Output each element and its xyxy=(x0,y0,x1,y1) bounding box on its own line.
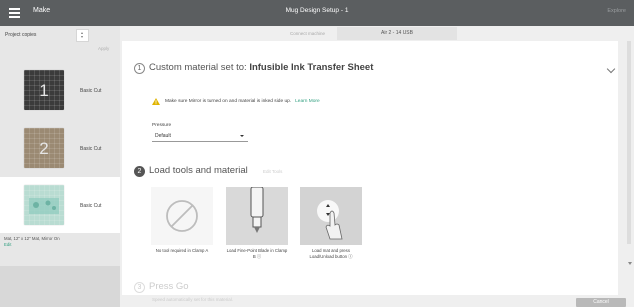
main-area: Connect machine Air 2 - 14 USB 1 Custom … xyxy=(120,26,634,307)
apply-button[interactable]: Apply xyxy=(98,46,109,51)
scrollbar[interactable] xyxy=(627,41,631,244)
pressure-value: Default xyxy=(155,133,171,139)
pressure-select[interactable]: Default xyxy=(152,131,248,142)
material-name: Infusible Ink Transfer Sheet xyxy=(249,62,374,73)
mat-cut-label: Basic Cut xyxy=(80,203,102,209)
tool-caption: Load mat and press Load/Unload button ⓘ xyxy=(309,248,353,259)
scroll-down-icon[interactable] xyxy=(628,262,632,265)
mat-thumbnail[interactable]: 2 xyxy=(24,128,64,168)
mat-item-1[interactable]: 1 Basic Cut xyxy=(0,62,120,118)
mat-thumbnail[interactable]: 1 xyxy=(24,70,64,110)
tool-caption: No tool required in Clamp A xyxy=(155,248,209,253)
top-bar: Make Mug Design Setup - 1 Explore xyxy=(0,0,634,26)
no-tool-icon xyxy=(151,187,213,245)
step-1-prefix: Custom material set to: xyxy=(149,62,247,73)
tool-caption: Load Fine-Point Blade in Clamp B ⓘ xyxy=(226,248,288,259)
mat-sidebar: Project copies ▴ ▾ Apply 1 Basic Cut 2 Ba… xyxy=(0,26,120,307)
tool-card-clamp-a: No tool required in Clamp A xyxy=(151,187,213,271)
tool-card-load-mat: Load mat and press Load/Unload button ⓘ xyxy=(300,187,362,271)
mat-info-text: Mat, 12" x 12" Mat, Mirror On xyxy=(4,236,60,241)
learn-more-link[interactable]: Learn More xyxy=(295,99,320,104)
mat-item-2[interactable]: 2 Basic Cut xyxy=(0,120,120,176)
caret-down-icon xyxy=(240,135,244,137)
machine-row: Connect machine Air 2 - 14 USB xyxy=(120,26,634,41)
pressure-label: Pressure xyxy=(152,123,172,128)
machine-select[interactable]: Air 2 - 14 USB xyxy=(337,27,457,40)
window-title: Mug Design Setup - 1 xyxy=(285,7,349,14)
mirror-warning: Make sure Mirror is turned on and materi… xyxy=(165,99,320,104)
step-3-subtitle: Speed automatically set for this materia… xyxy=(152,297,234,302)
mat-cut-label: Basic Cut xyxy=(80,88,102,94)
step-3-badge: 3 xyxy=(134,282,145,293)
project-copies-label: Project copies xyxy=(5,32,37,38)
step-3-title: Press Go xyxy=(149,281,189,292)
mat-item-3[interactable]: Basic Cut xyxy=(0,177,120,233)
mat-number: 2 xyxy=(39,139,49,158)
mug-design-preview xyxy=(29,198,59,214)
step-2-badge: 2 xyxy=(134,166,145,177)
steps-panel: 1 Custom material set to: Infusible Ink … xyxy=(122,41,618,302)
step-1-title: Custom material set to: Infusible Ink Tr… xyxy=(149,62,373,73)
step-2-title: Load tools and material xyxy=(149,165,248,176)
tool-card-clamp-b: Load Fine-Point Blade in Clamp B ⓘ xyxy=(226,187,288,271)
warning-icon xyxy=(152,98,160,105)
mat-number: 1 xyxy=(39,81,49,100)
mat-cut-label: Basic Cut xyxy=(80,146,102,152)
connect-machine-label: Connect machine xyxy=(290,31,326,36)
edit-tools-link[interactable]: Edit Tools xyxy=(263,169,282,174)
fine-point-blade-icon xyxy=(226,187,288,245)
mat-thumbnail[interactable] xyxy=(24,185,64,225)
stepper-arrows-icon[interactable]: ▴ ▾ xyxy=(81,31,83,39)
sidebar-footer xyxy=(0,266,120,307)
step-1-badge: 1 xyxy=(134,63,145,74)
project-copies-stepper[interactable]: ▴ ▾ xyxy=(76,29,89,42)
chevron-down-icon[interactable] xyxy=(606,64,616,74)
warning-text: Make sure Mirror is turned on and materi… xyxy=(165,99,292,104)
cancel-button[interactable]: Cancel xyxy=(576,298,626,307)
edit-mat-link[interactable]: Edit xyxy=(4,242,11,247)
explore-link[interactable]: Explore xyxy=(607,8,626,14)
load-unload-button-icon xyxy=(300,187,362,245)
